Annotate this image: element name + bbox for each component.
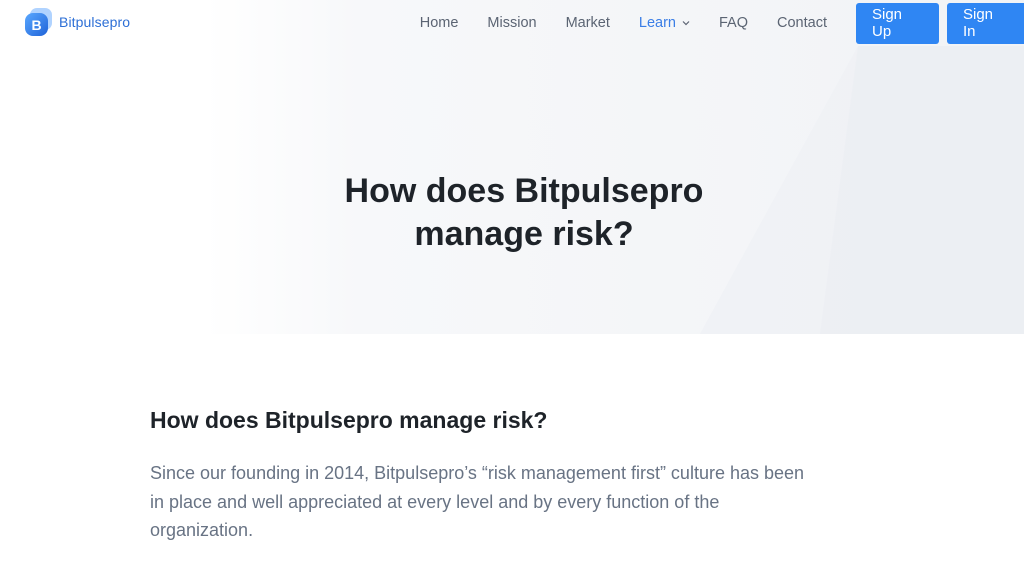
nav-contact[interactable]: Contact: [777, 15, 827, 31]
sign-in-button[interactable]: Sign In: [947, 2, 1024, 44]
section-heading: How does Bitpulsepro manage risk?: [150, 407, 548, 433]
brand-logo[interactable]: B Bitpulsepro: [24, 7, 130, 37]
svg-text:B: B: [31, 17, 41, 33]
paragraph-line-3: organization.: [150, 520, 254, 540]
hero-title-line-2: manage risk?: [414, 215, 634, 253]
paragraph-line-1: Since our founding in 2014, Bitpulsepro’…: [150, 463, 805, 483]
hero-background-shape: [700, 46, 1024, 334]
hero-section: How does Bitpulsepro manage risk?: [0, 0, 1024, 334]
nav-learn[interactable]: Learn: [639, 15, 690, 31]
page: How does Bitpulsepro manage risk? B Bitp…: [0, 0, 1024, 567]
paragraph-line-2: in place and well appreciated at every l…: [150, 491, 720, 512]
hero-title-line-1: How does Bitpulsepro: [344, 172, 704, 210]
section-paragraph: Since our founding in 2014, Bitpulsepro’…: [150, 459, 885, 545]
chevron-down-icon: [682, 21, 690, 26]
sign-up-button[interactable]: Sign Up: [856, 2, 939, 44]
brand-logo-icon: B: [25, 8, 52, 36]
main-nav: Home Mission Market Learn FAQ Contact Si…: [420, 0, 1024, 46]
nav-market[interactable]: Market: [566, 15, 610, 31]
nav-home[interactable]: Home: [420, 15, 459, 31]
article-content: How does Bitpulsepro manage risk? Since …: [150, 405, 890, 545]
nav-learn-label: Learn: [638, 15, 676, 31]
hero-title: How does Bitpulsepro manage risk?: [0, 170, 1024, 256]
site-header: B Bitpulsepro Home Mission Market Learn …: [0, 0, 1024, 46]
brand-name: Bitpulsepro: [59, 14, 131, 30]
nav-faq[interactable]: FAQ: [719, 15, 748, 31]
nav-mission[interactable]: Mission: [487, 15, 536, 31]
